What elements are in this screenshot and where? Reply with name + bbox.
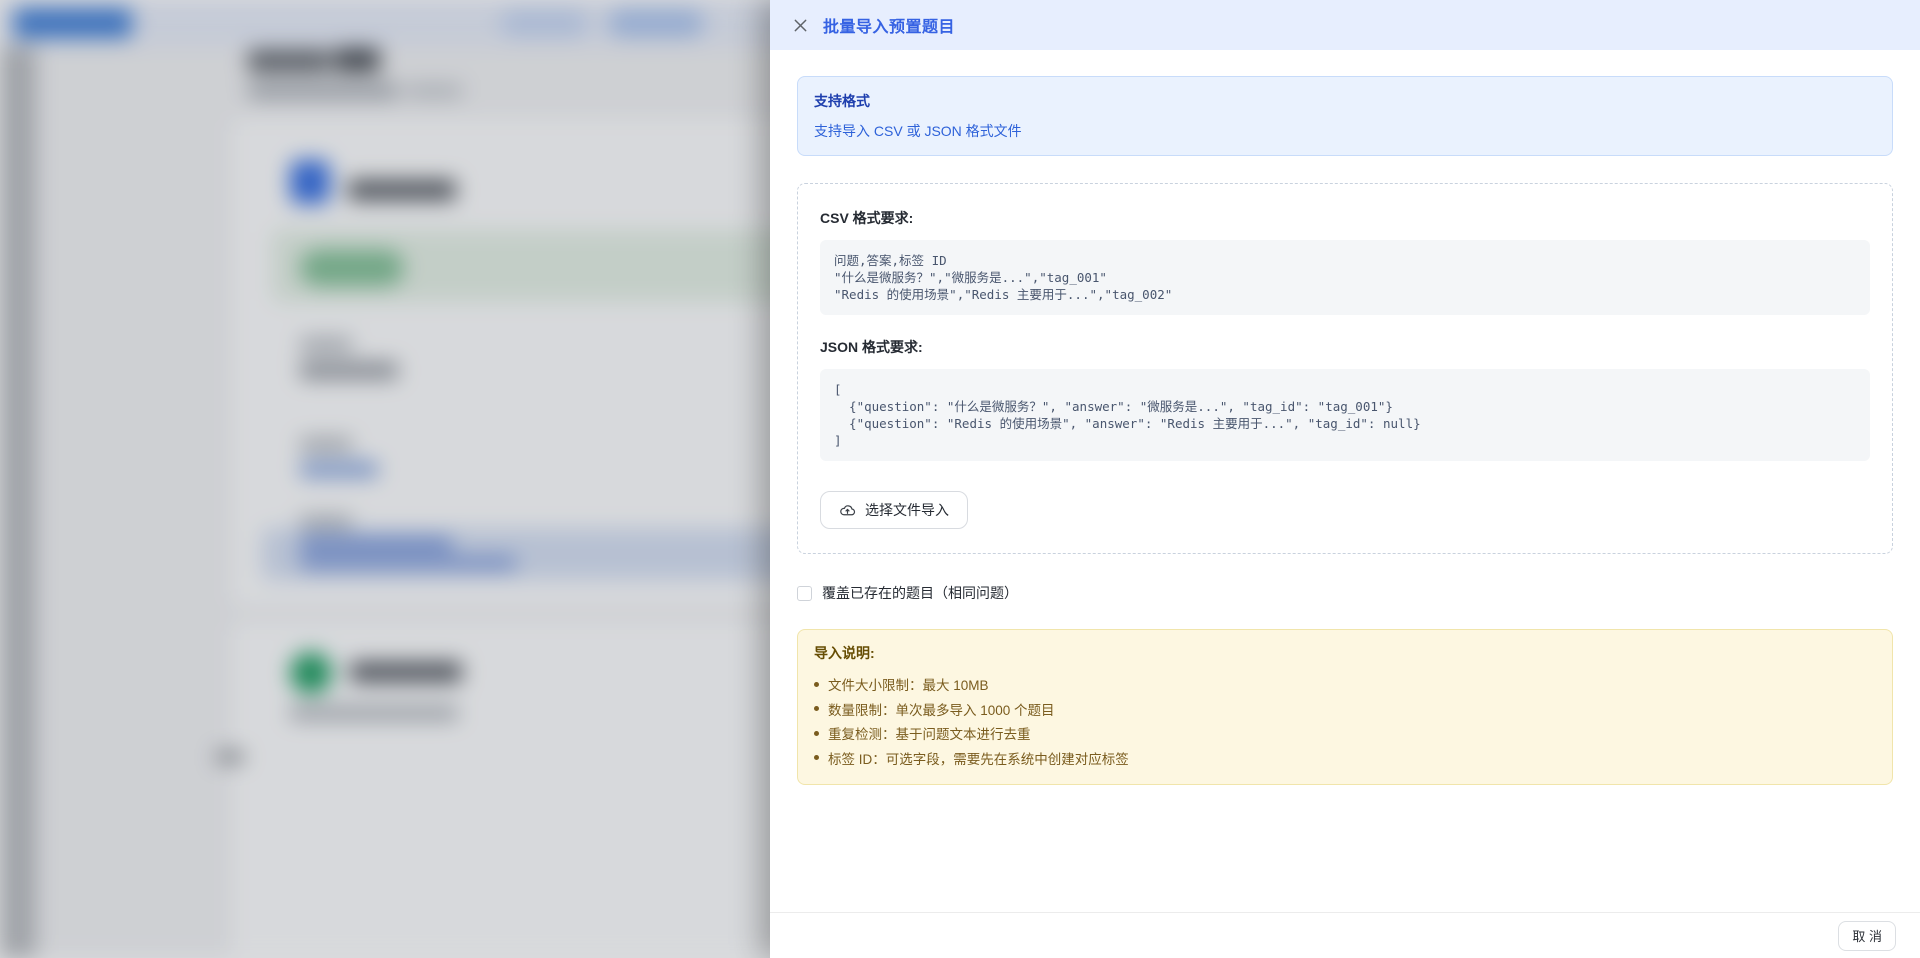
bullet-icon (814, 682, 819, 687)
note-text: 重复检测：基于问题文本进行去重 (828, 723, 1031, 743)
csv-example-code-block: 问题,答案,标签 ID "什么是微服务？","微服务是...","tag_001… (820, 240, 1870, 315)
note-text: 标签 ID：可选字段，需要先在系统中创建对应标签 (828, 748, 1129, 768)
drawer-header: 批量导入预置题目 (770, 0, 1920, 50)
code-line: {"question": "Redis 的使用场景", "answer": "R… (834, 415, 1856, 432)
choose-file-import-button[interactable]: 选择文件导入 (820, 491, 968, 529)
format-requirements-card: CSV 格式要求: 问题,答案,标签 ID "什么是微服务？","微服务是...… (797, 183, 1893, 554)
import-notes-list: 文件大小限制：最大 10MB 数量限制：单次最多导入 1000 个题目 重复检测… (814, 672, 1876, 770)
json-format-heading: JSON 格式要求: (820, 337, 1870, 357)
note-text: 文件大小限制：最大 10MB (828, 674, 989, 694)
screen: 批量导入预置题目 支持格式 支持导入 CSV 或 JSON 格式文件 CSV 格… (0, 0, 1920, 958)
upload-button-label: 选择文件导入 (865, 500, 949, 520)
batch-import-drawer: 批量导入预置题目 支持格式 支持导入 CSV 或 JSON 格式文件 CSV 格… (770, 0, 1920, 958)
code-line: 问题,答案,标签 ID (834, 252, 1856, 269)
info-box-text: 支持导入 CSV 或 JSON 格式文件 (814, 121, 1876, 141)
code-line: "什么是微服务？","微服务是...","tag_001" (834, 269, 1856, 286)
supported-format-info-box: 支持格式 支持导入 CSV 或 JSON 格式文件 (797, 76, 1893, 156)
cloud-upload-icon (839, 502, 856, 519)
code-line: {"question": "什么是微服务？", "answer": "微服务是.… (834, 398, 1856, 415)
bullet-icon (814, 731, 819, 736)
bullet-icon (814, 706, 819, 711)
drawer-title: 批量导入预置题目 (823, 13, 955, 37)
import-notes-heading: 导入说明: (814, 643, 1876, 663)
import-notes-box: 导入说明: 文件大小限制：最大 10MB 数量限制：单次最多导入 1000 个题… (797, 629, 1893, 785)
bullet-icon (814, 755, 819, 760)
drawer-body: 支持格式 支持导入 CSV 或 JSON 格式文件 CSV 格式要求: 问题,答… (770, 50, 1920, 912)
info-box-title: 支持格式 (814, 91, 1876, 111)
code-line: "Redis 的使用场景","Redis 主要用于...","tag_002" (834, 286, 1856, 303)
overwrite-existing-checkbox-row[interactable]: 覆盖已存在的题目（相同问题） (797, 583, 1893, 603)
checkbox-unchecked-icon[interactable] (797, 586, 812, 601)
close-icon[interactable] (792, 17, 808, 33)
json-example-code-block: [ {"question": "什么是微服务？", "answer": "微服务… (820, 369, 1870, 461)
csv-format-heading: CSV 格式要求: (820, 208, 1870, 228)
code-line: ] (834, 432, 1856, 449)
list-item: 重复检测：基于问题文本进行去重 (814, 721, 1876, 746)
cancel-button[interactable]: 取 消 (1838, 921, 1896, 951)
overwrite-checkbox-label: 覆盖已存在的题目（相同问题） (822, 583, 1018, 603)
list-item: 数量限制：单次最多导入 1000 个题目 (814, 697, 1876, 722)
drawer-footer: 取 消 (770, 912, 1920, 958)
code-line: [ (834, 381, 1856, 398)
note-text: 数量限制：单次最多导入 1000 个题目 (828, 699, 1055, 719)
list-item: 标签 ID：可选字段，需要先在系统中创建对应标签 (814, 746, 1876, 771)
list-item: 文件大小限制：最大 10MB (814, 672, 1876, 697)
